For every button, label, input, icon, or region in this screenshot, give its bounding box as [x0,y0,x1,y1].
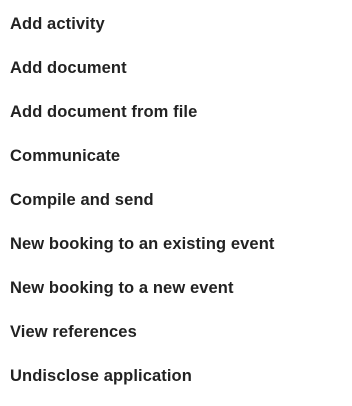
menu-item-view-references[interactable]: View references [0,310,352,354]
menu-item-undisclose-application[interactable]: Undisclose application [0,354,352,398]
menu-item-communicate[interactable]: Communicate [0,134,352,178]
menu-item-new-booking-existing-event[interactable]: New booking to an existing event [0,222,352,266]
context-menu: Add activity Add document Add document f… [0,0,352,398]
menu-item-compile-and-send[interactable]: Compile and send [0,178,352,222]
menu-item-add-activity[interactable]: Add activity [0,0,352,46]
menu-item-add-document[interactable]: Add document [0,46,352,90]
menu-item-new-booking-new-event[interactable]: New booking to a new event [0,266,352,310]
menu-item-add-document-from-file[interactable]: Add document from file [0,90,352,134]
